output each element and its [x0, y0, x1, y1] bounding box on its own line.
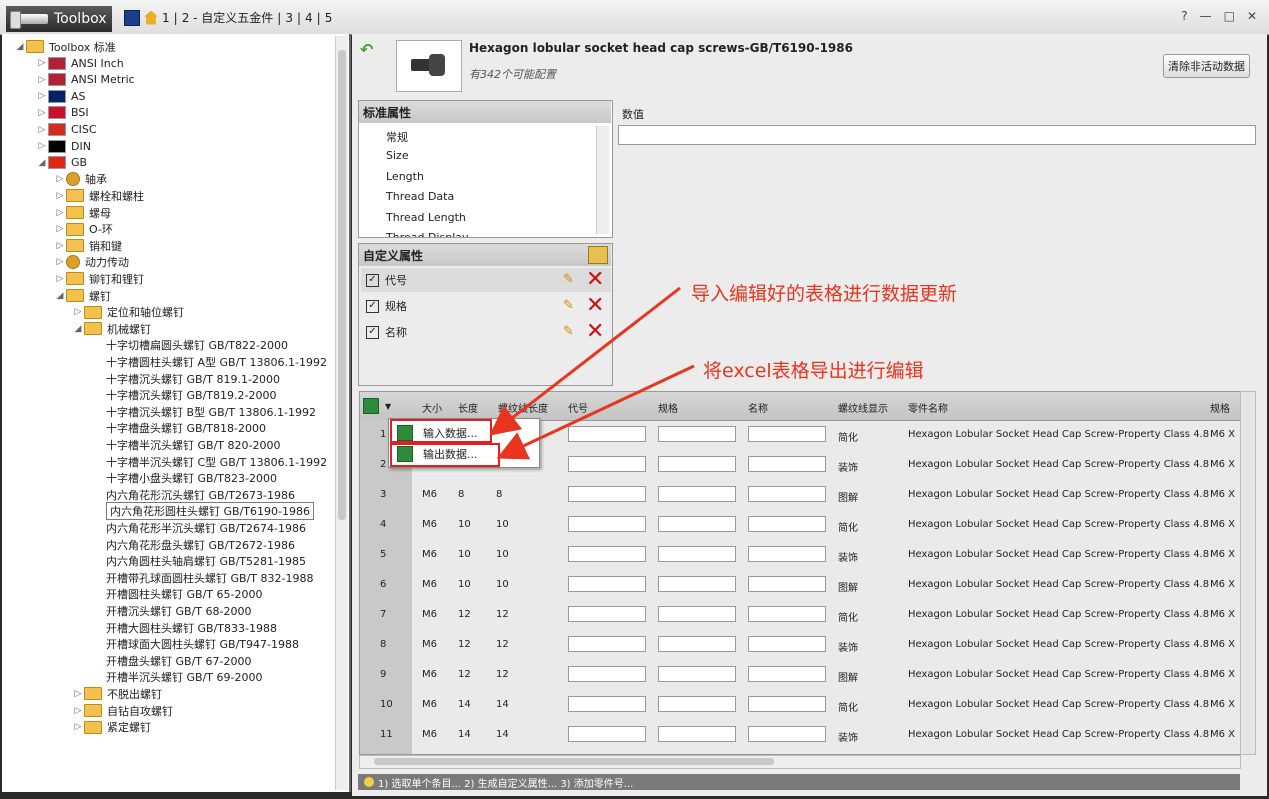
tip-icon: [364, 777, 374, 787]
import-arrow: [489, 286, 681, 436]
export-arrow: [496, 364, 695, 460]
import-annotation: 导入编辑好的表格进行数据更新: [691, 283, 958, 305]
export-annotation: 将excel表格导出进行编辑: [703, 360, 924, 382]
status-text: 1) 选取单个条目... 2) 生成自定义属性... 3) 添加零件号...: [378, 778, 634, 790]
annotation-arrows: [489, 286, 695, 460]
status-bar: 1) 选取单个条目... 2) 生成自定义属性... 3) 添加零件号...: [358, 774, 1240, 790]
